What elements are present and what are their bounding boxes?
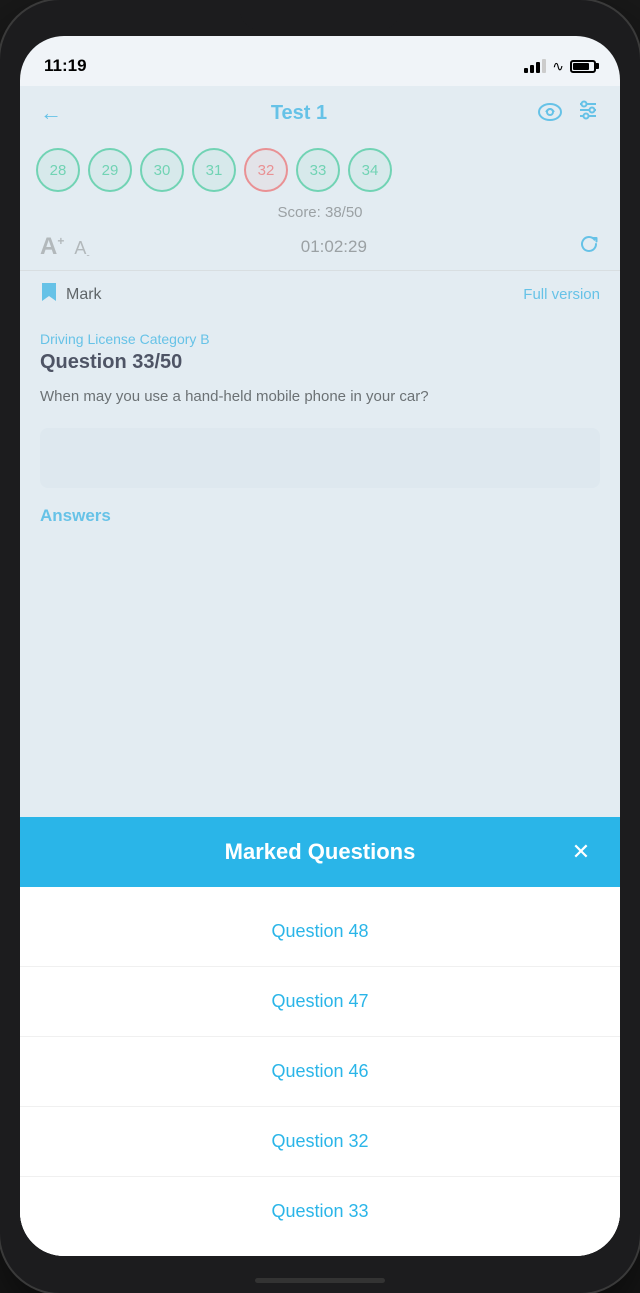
phone-shell: 11:19 ∿ ← Test 1 [0,0,640,1293]
list-item[interactable]: Question 33 [20,1177,620,1246]
signal-bars-icon [524,59,546,73]
marked-question-47: Question 47 [271,991,368,1011]
modal-title: Marked Questions [74,839,566,865]
battery-icon [570,60,596,73]
notch [240,0,400,30]
modal-header: Marked Questions ✕ [20,817,620,887]
wifi-icon: ∿ [552,58,564,75]
marked-question-46: Question 46 [271,1061,368,1081]
marked-question-33: Question 33 [271,1201,368,1221]
status-bar: 11:19 ∿ [20,36,620,86]
modal-body: Question 48 Question 47 Question 46 Ques… [20,887,620,1256]
list-item[interactable]: Question 32 [20,1107,620,1177]
modal-close-button[interactable]: ✕ [566,839,596,865]
list-item[interactable]: Question 47 [20,967,620,1037]
list-item[interactable]: Question 46 [20,1037,620,1107]
marked-question-48: Question 48 [271,921,368,941]
phone-screen: 11:19 ∿ ← Test 1 [20,36,620,1256]
main-content: ← Test 1 [20,86,620,1256]
status-icons: ∿ [524,58,596,75]
list-item[interactable]: Question 48 [20,897,620,967]
home-indicator [255,1278,385,1283]
status-time: 11:19 [44,56,87,76]
marked-questions-modal: Marked Questions ✕ Question 48 Question … [20,817,620,1256]
marked-question-32: Question 32 [271,1131,368,1151]
